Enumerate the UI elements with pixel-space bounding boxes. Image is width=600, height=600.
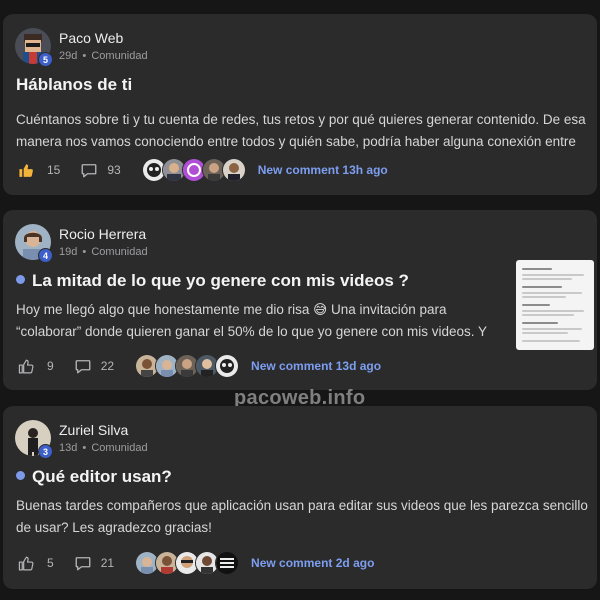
- post-time: 29d: [59, 50, 78, 62]
- comment-icon: [74, 357, 92, 375]
- post-card[interactable]: 4 Rocio Herrera 19d • Comunidad La mitad…: [3, 210, 597, 390]
- like-count: 9: [47, 359, 54, 373]
- post-title[interactable]: Háblanos de ti: [16, 75, 132, 95]
- level-badge: 5: [38, 52, 53, 67]
- meta-separator: •: [82, 50, 87, 62]
- commenter-avatar[interactable]: [215, 551, 240, 575]
- post-title[interactable]: Qué editor usan?: [16, 467, 172, 487]
- like-button[interactable]: 5: [18, 555, 54, 572]
- comment-icon: [74, 554, 92, 572]
- post-title-text: Háblanos de ti: [16, 75, 133, 94]
- post-meta: 19d • Comunidad: [59, 246, 148, 258]
- thumbs-up-icon: [18, 162, 35, 179]
- thumbs-up-icon: [18, 555, 35, 572]
- level-badge: 3: [38, 444, 53, 459]
- commenter-avatar[interactable]: [221, 158, 246, 182]
- post-title-text: Qué editor usan?: [32, 467, 172, 486]
- post-title[interactable]: La mitad de lo que yo genere con mis vid…: [16, 271, 409, 291]
- like-count: 5: [47, 556, 54, 570]
- unread-dot: [16, 275, 25, 284]
- post-actions: 15 93 New comment 13h ago: [18, 158, 388, 182]
- post-card[interactable]: 3 Zuriel Silva 13d • Comunidad Qué edito…: [3, 406, 597, 589]
- post-category[interactable]: Comunidad: [91, 442, 147, 454]
- post-excerpt: Buenas tardes compañeros que aplicación …: [16, 498, 588, 535]
- post-actions: 5 21 New comment 2d ago: [18, 551, 374, 575]
- comments-button[interactable]: 22: [74, 357, 114, 375]
- post-meta: 13d • Comunidad: [59, 442, 148, 454]
- unread-dot: [16, 471, 25, 480]
- comments-button[interactable]: 21: [74, 554, 114, 572]
- post-time: 13d: [59, 442, 78, 454]
- author-name[interactable]: Paco Web: [59, 30, 123, 46]
- commenter-avatars: [141, 158, 246, 182]
- post-category[interactable]: Comunidad: [91, 246, 147, 258]
- post-title-text: La mitad de lo que yo genere con mis vid…: [32, 271, 409, 290]
- post-excerpt: Hoy me llegó algo que honestamente me di…: [16, 302, 488, 339]
- level-badge: 4: [38, 248, 53, 263]
- like-count: 15: [47, 163, 61, 177]
- author-name[interactable]: Zuriel Silva: [59, 422, 128, 438]
- new-comment-link[interactable]: New comment 13h ago: [258, 163, 388, 177]
- post-actions: 9 22 New comment 13d ago: [18, 354, 381, 378]
- post-category[interactable]: Comunidad: [91, 50, 147, 62]
- meta-separator: •: [82, 246, 87, 258]
- comment-count: 21: [100, 556, 115, 570]
- new-comment-link[interactable]: New comment 13d ago: [251, 359, 381, 373]
- post-thumbnail[interactable]: [516, 260, 594, 350]
- commenter-avatars: [135, 354, 240, 378]
- comment-count: 22: [100, 359, 115, 373]
- post-meta: 29d • Comunidad: [59, 50, 148, 62]
- comment-count: 93: [107, 163, 121, 177]
- meta-separator: •: [82, 442, 87, 454]
- commenter-avatars: [135, 551, 240, 575]
- comments-button[interactable]: 93: [80, 161, 121, 179]
- thumbs-up-icon: [18, 358, 35, 375]
- new-comment-link[interactable]: New comment 2d ago: [251, 556, 374, 570]
- comment-icon: [80, 161, 98, 179]
- like-button[interactable]: 9: [18, 358, 54, 375]
- like-button[interactable]: 15: [18, 162, 60, 179]
- post-card[interactable]: 5 Paco Web 29d • Comunidad Háblanos de t…: [3, 14, 597, 195]
- post-time: 19d: [59, 246, 78, 258]
- author-name[interactable]: Rocio Herrera: [59, 226, 146, 242]
- commenter-avatar[interactable]: [215, 354, 240, 378]
- post-excerpt: Cuéntanos sobre ti y tu cuenta de redes,…: [16, 112, 586, 149]
